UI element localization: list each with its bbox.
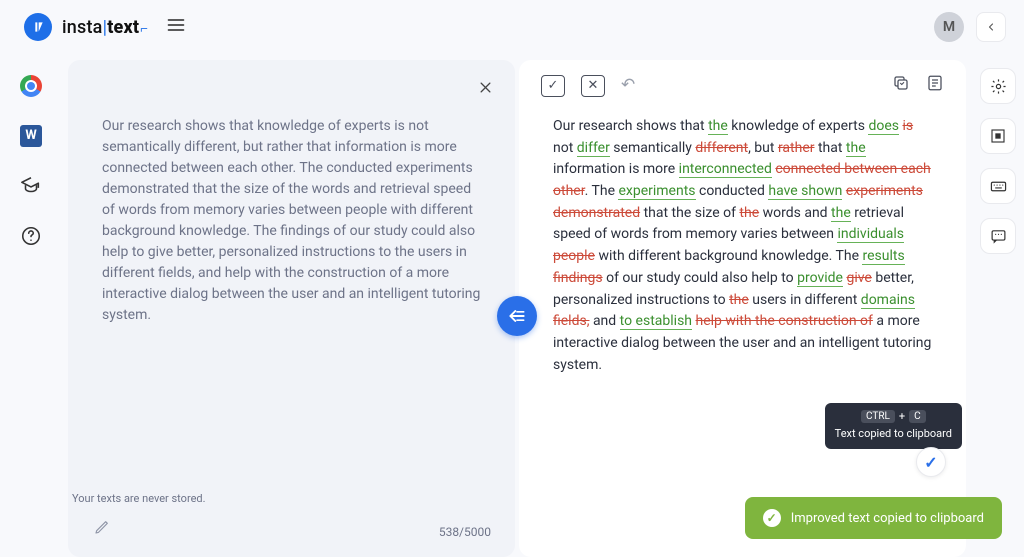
- inserted-text[interactable]: individuals: [837, 226, 903, 243]
- avatar-initial: M: [943, 19, 955, 35]
- unchanged-text: words and: [759, 205, 831, 221]
- output-panel: ✓ ✕ ↶ Our research shows that the knowle…: [519, 60, 966, 557]
- unchanged-text: semantically: [610, 140, 696, 156]
- deleted-text[interactable]: give: [846, 270, 871, 286]
- unchanged-text: with different background knowledge. The: [595, 248, 863, 264]
- input-panel: Our research shows that knowledge of exp…: [68, 60, 515, 557]
- output-text[interactable]: Our research shows that the knowledge of…: [519, 60, 966, 416]
- tooltip-text: Text copied to clipboard: [835, 427, 952, 440]
- inserted-text[interactable]: differ: [577, 140, 610, 157]
- avatar[interactable]: M: [934, 12, 964, 42]
- kbd-c: C: [909, 410, 926, 423]
- logo-mark-icon: [24, 13, 52, 41]
- inserted-text[interactable]: experiments: [618, 183, 695, 200]
- deleted-text[interactable]: people: [553, 248, 595, 264]
- unchanged-text: , but: [748, 140, 778, 156]
- graduation-icon[interactable]: [17, 172, 45, 200]
- logo-text: insta|text⌐: [62, 17, 148, 38]
- logo[interactable]: insta|text⌐: [24, 13, 148, 41]
- kbd-plus: +: [899, 410, 905, 423]
- menu-button[interactable]: [166, 15, 186, 39]
- header: insta|text⌐ M: [0, 0, 1024, 54]
- output-toolbar: ✓ ✕ ↶: [541, 74, 944, 97]
- keyboard-button[interactable]: [980, 168, 1016, 204]
- copy-button[interactable]: [892, 74, 910, 97]
- unchanged-text: knowledge of experts: [728, 118, 869, 134]
- unchanged-text: . The: [585, 183, 619, 199]
- undo-button[interactable]: ↶: [621, 75, 635, 97]
- fullscreen-button[interactable]: [980, 118, 1016, 154]
- close-input-button[interactable]: [478, 80, 493, 99]
- deleted-text[interactable]: different: [695, 140, 748, 156]
- deleted-text[interactable]: help with the construction of: [696, 313, 873, 329]
- deleted-text[interactable]: is: [902, 118, 913, 134]
- inserted-text[interactable]: interconnected: [679, 161, 772, 178]
- unchanged-text: and: [589, 313, 619, 329]
- inserted-text[interactable]: provide: [797, 270, 843, 287]
- inserted-text[interactable]: the: [846, 140, 866, 157]
- header-right: M: [934, 12, 1006, 42]
- word-icon[interactable]: [17, 122, 45, 150]
- toast: ✓ Improved text copied to clipboard: [745, 497, 1002, 539]
- help-icon[interactable]: [17, 222, 45, 250]
- deleted-text[interactable]: the: [739, 205, 759, 221]
- reject-all-button[interactable]: ✕: [581, 75, 605, 97]
- kbd-ctrl: CTRL: [861, 410, 895, 423]
- inserted-text[interactable]: have shown: [768, 183, 842, 200]
- copy-tooltip: CTRL + C Text copied to clipboard: [825, 403, 962, 449]
- unchanged-text: that: [814, 140, 845, 156]
- logo-textword: text: [107, 17, 139, 38]
- toast-text: Improved text copied to clipboard: [791, 511, 984, 526]
- input-text[interactable]: Our research shows that knowledge of exp…: [102, 116, 481, 326]
- inserted-text[interactable]: the: [831, 205, 851, 222]
- unchanged-text: of our study could also help to: [603, 270, 798, 286]
- feedback-button[interactable]: [980, 218, 1016, 254]
- right-rail: [972, 54, 1024, 557]
- deleted-text[interactable]: the: [729, 292, 749, 308]
- inserted-text[interactable]: results: [862, 248, 904, 265]
- inserted-text[interactable]: domains: [861, 292, 915, 309]
- unchanged-text: not: [553, 140, 577, 156]
- char-count: 538/5000: [439, 525, 491, 539]
- edit-button[interactable]: [94, 519, 110, 539]
- collapse-button[interactable]: [976, 12, 1006, 42]
- copy-confirm-button[interactable]: ✓: [916, 447, 946, 477]
- swap-button[interactable]: [497, 296, 537, 336]
- inserted-text[interactable]: the: [708, 118, 728, 135]
- notes-button[interactable]: [926, 74, 944, 97]
- main: Our research shows that knowledge of exp…: [62, 54, 972, 557]
- logo-insta: insta: [62, 17, 103, 38]
- deleted-text[interactable]: findings: [553, 270, 603, 286]
- unchanged-text: that the size of: [640, 205, 739, 221]
- deleted-text[interactable]: fields,: [553, 313, 589, 329]
- unchanged-text: Our research shows that: [553, 118, 708, 134]
- footer-note: Your texts are never stored.: [72, 492, 206, 505]
- inserted-text[interactable]: to establish: [620, 313, 692, 330]
- unchanged-text: conducted: [696, 183, 769, 199]
- inserted-text[interactable]: does: [868, 118, 899, 135]
- deleted-text[interactable]: rather: [778, 140, 815, 156]
- settings-button[interactable]: [980, 68, 1016, 104]
- toast-check-icon: ✓: [763, 509, 781, 527]
- chrome-icon[interactable]: [17, 72, 45, 100]
- left-rail: [0, 54, 62, 557]
- unchanged-text: users in different: [749, 292, 861, 308]
- unchanged-text: information is more: [553, 161, 679, 177]
- accept-all-button[interactable]: ✓: [541, 75, 565, 97]
- header-left: insta|text⌐: [24, 13, 186, 41]
